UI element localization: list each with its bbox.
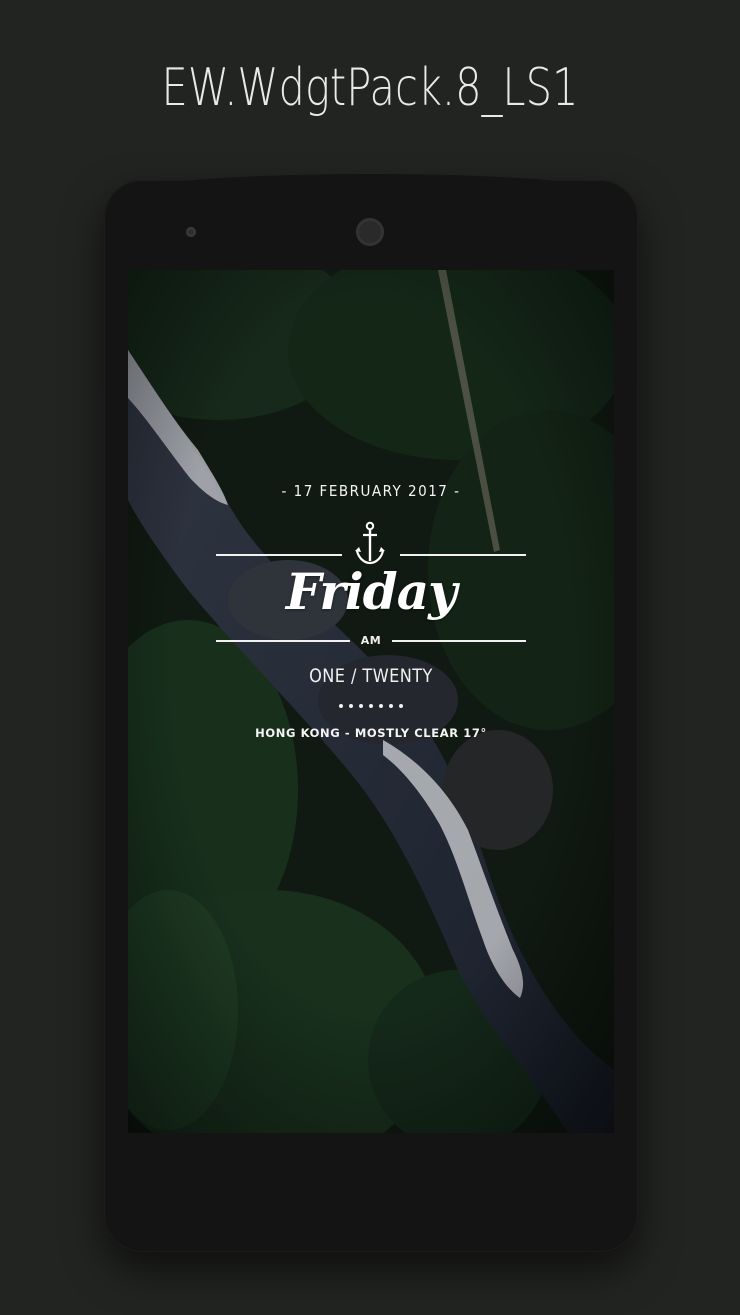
time-label: ONE / TWENTY	[309, 665, 433, 687]
separator-dot	[349, 704, 353, 708]
day-label: Friday	[285, 562, 457, 621]
pack-title: EW.WdgtPack.8_LS1	[161, 58, 579, 118]
separator-dot	[369, 704, 373, 708]
separator-dot	[389, 704, 393, 708]
front-camera	[356, 218, 384, 246]
separator-dot	[359, 704, 363, 708]
divider-top-left	[216, 554, 342, 556]
proximity-sensor	[186, 227, 196, 237]
divider-bottom-left	[216, 640, 350, 642]
anchor-icon	[355, 521, 385, 565]
lock-screen[interactable]: - 17 FEBRUARY 2017 - Friday AM ONE / TWE…	[128, 270, 614, 1133]
date-label: - 17 FEBRUARY 2017 -	[281, 482, 461, 500]
dot-separator	[128, 704, 614, 708]
volume-button	[101, 386, 104, 558]
power-button	[638, 316, 641, 386]
phone-mockup: - 17 FEBRUARY 2017 - Friday AM ONE / TWE…	[101, 174, 641, 1252]
separator-dot	[379, 704, 383, 708]
ampm-label: AM	[360, 634, 382, 647]
clock-widget[interactable]: - 17 FEBRUARY 2017 - Friday AM ONE / TWE…	[128, 270, 614, 1133]
separator-dot	[339, 704, 343, 708]
divider-bottom-right	[392, 640, 526, 642]
weather-label: HONG KONG - MOSTLY CLEAR 17°	[255, 726, 487, 740]
divider-top-right	[400, 554, 526, 556]
separator-dot	[399, 704, 403, 708]
